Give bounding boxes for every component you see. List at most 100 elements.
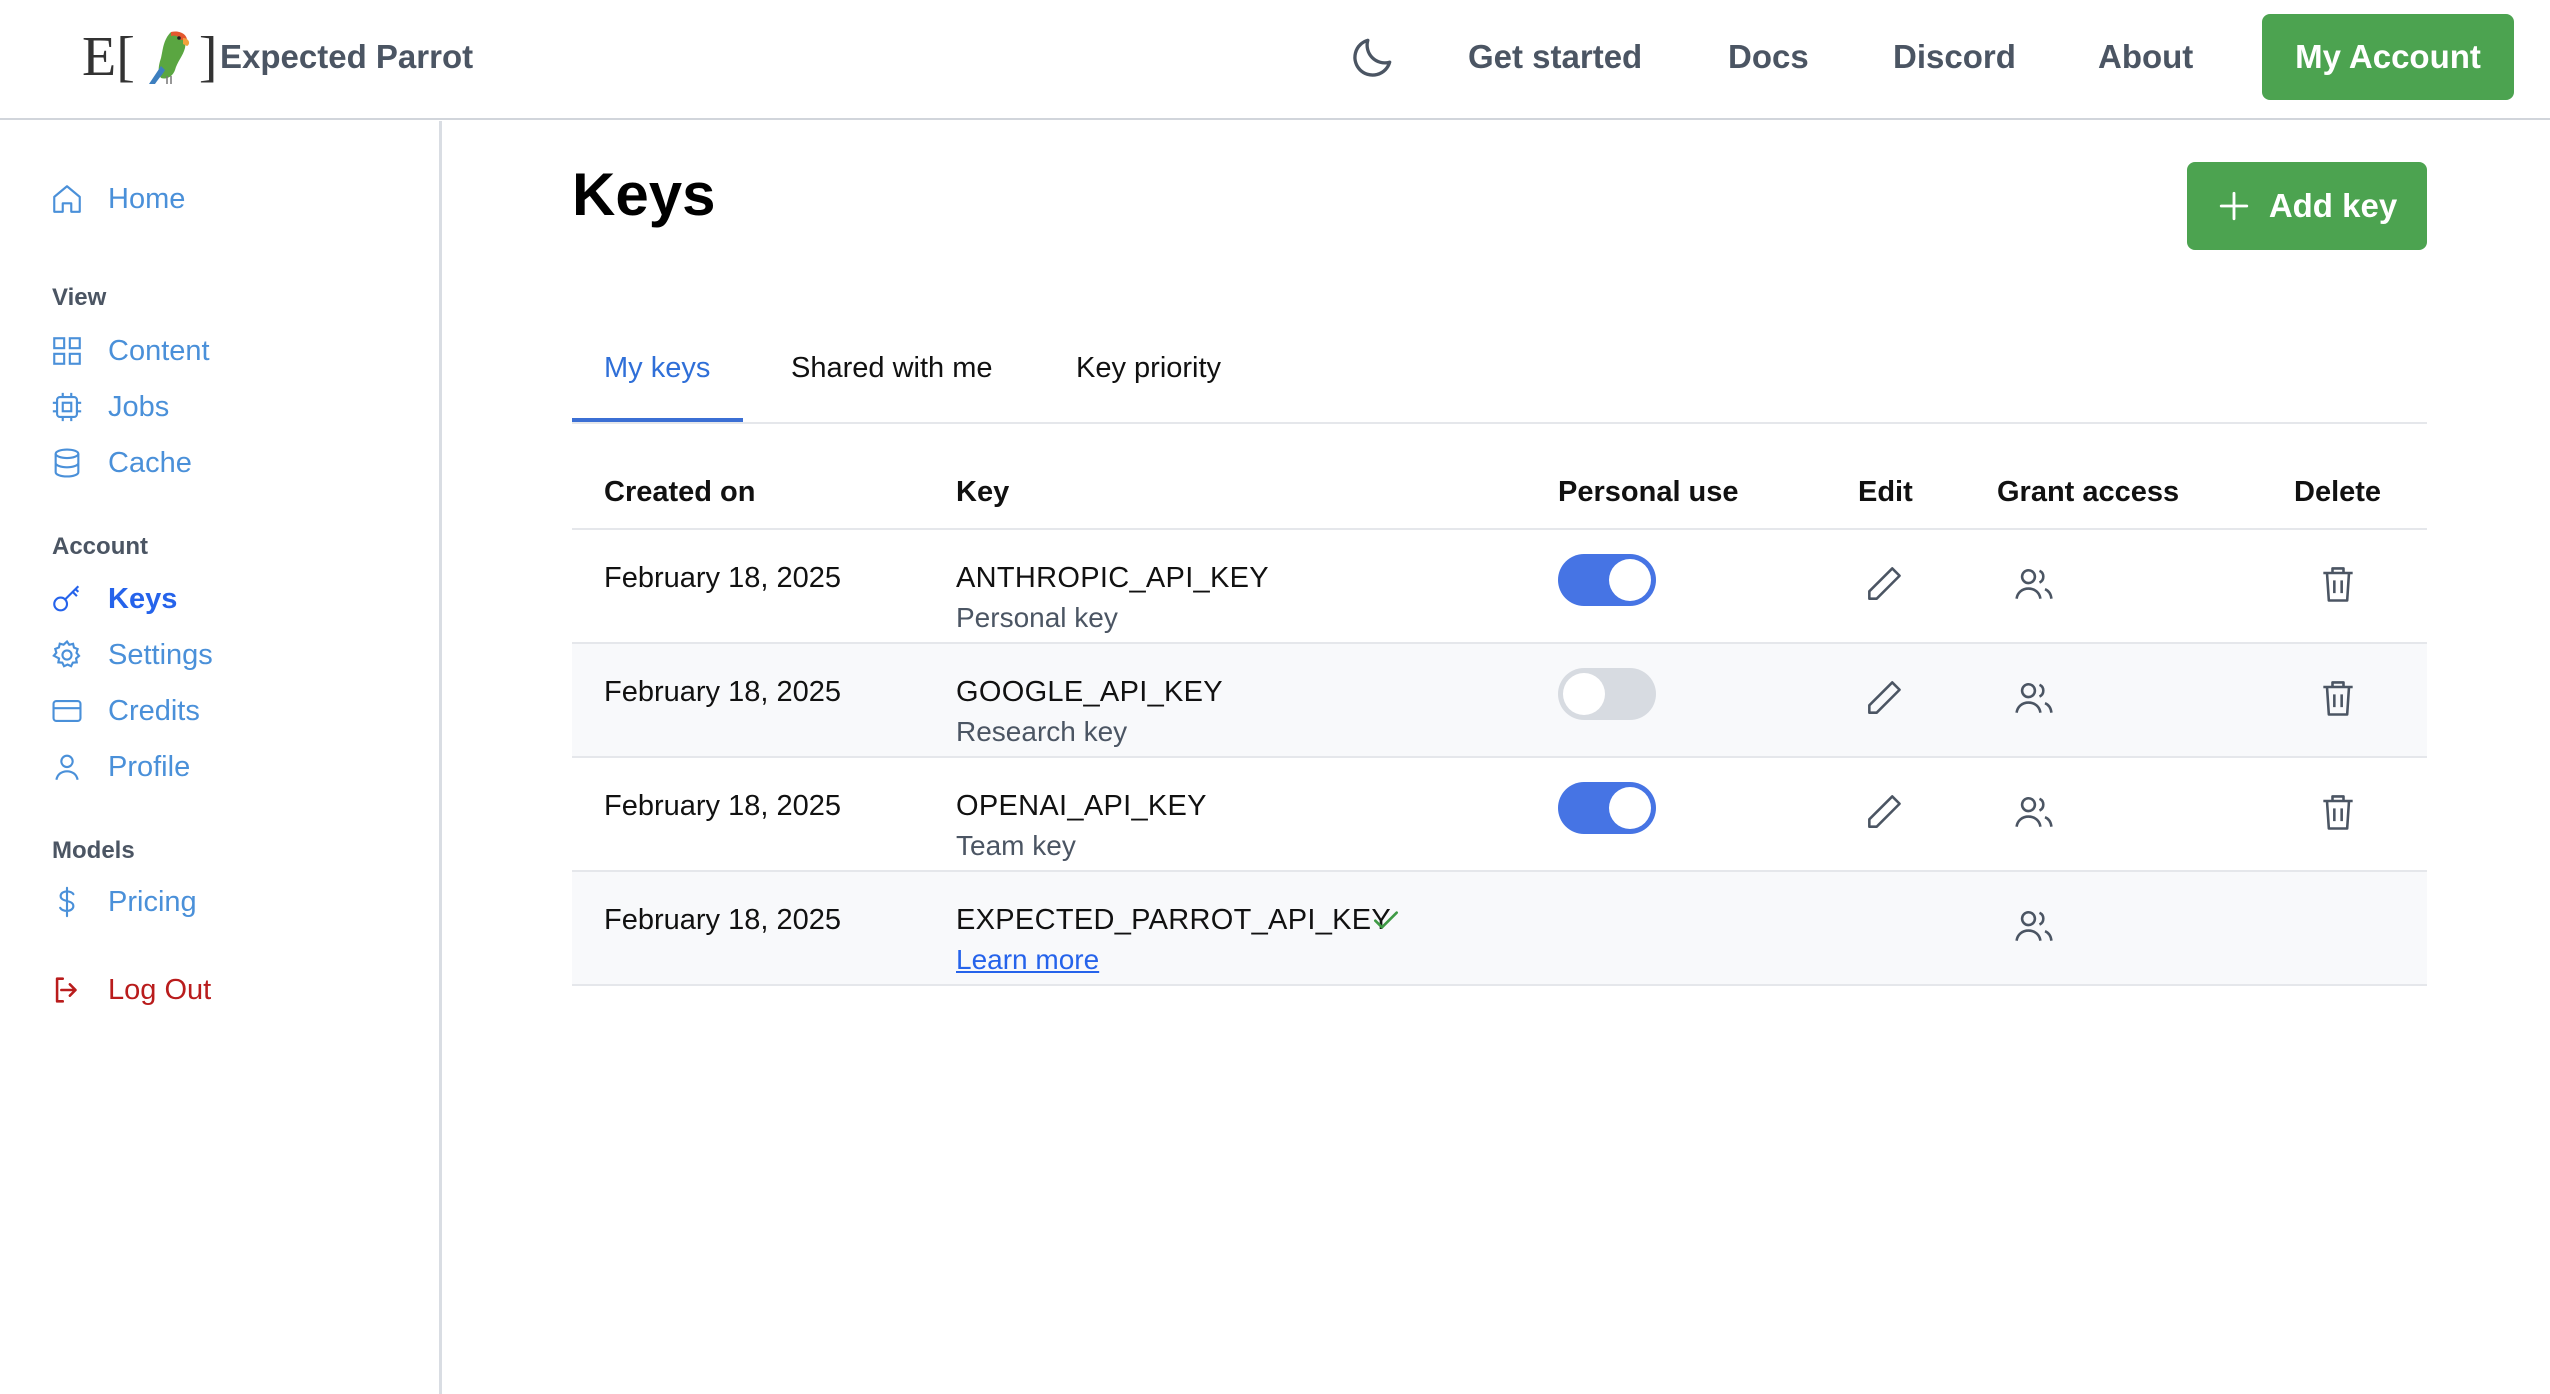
created-date: February 18, 2025 [604,790,841,822]
logo[interactable]: E[ ] [82,26,218,88]
key-description: Team key [956,830,1076,861]
add-key-label: Add key [2268,187,2398,224]
sidebar-heading-view: View [52,284,107,311]
users-icon [2015,682,2053,713]
sidebar-item-home[interactable]: Home [50,179,185,219]
key-description: Research key [956,716,1128,747]
column-header-personal-use: Personal use [1558,476,1739,508]
sidebar-item-cache[interactable]: Cache [50,443,192,483]
logo-bracket-right: ] [198,26,218,88]
checkmark-icon [1374,911,1398,929]
table-row: February 18, 2025 GOOGLE_API_KEY Researc… [572,644,2427,758]
trash-icon [2323,681,2353,716]
parrot-logo-icon [148,31,189,84]
cpu-chip-icon [52,392,82,422]
personal-use-toggle[interactable] [1558,554,1656,606]
sidebar-item-label: Settings [108,638,213,671]
users-icon [2015,796,2053,827]
my-account-button[interactable]: My Account [2262,14,2514,100]
keys-table: Created on Key Personal use Edit Grant a… [572,452,2427,986]
column-header-grant-access: Grant access [1997,476,2180,508]
edit-button[interactable] [1862,790,1906,834]
edit-button[interactable] [1862,562,1906,606]
brand-name[interactable]: Expected Parrot [220,38,473,76]
sidebar-item-label: Profile [108,750,191,783]
sidebar-item-keys[interactable]: Keys [50,579,177,619]
tab-key-priority[interactable]: Key priority [1076,352,1221,385]
sidebar-item-label: Cache [108,446,192,479]
toggle-knob [1609,787,1651,829]
nav-get-started[interactable]: Get started [1468,38,1642,76]
grant-access-button[interactable] [2012,676,2056,720]
nav-about[interactable]: About [2098,38,2193,76]
sidebar-item-logout[interactable]: Log Out [50,970,211,1010]
nav-docs[interactable]: Docs [1728,38,1809,76]
sidebar-heading-account: Account [52,533,148,560]
column-header-created: Created on [604,476,756,508]
delete-button[interactable] [2316,790,2360,834]
sidebar-item-settings[interactable]: Settings [50,635,213,675]
toggle-knob [1563,673,1605,715]
tab-my-keys[interactable]: My keys [604,352,710,385]
tab-shared-with-me[interactable]: Shared with me [791,352,993,385]
toggle-knob [1609,559,1651,601]
nav-discord[interactable]: Discord [1893,38,2016,76]
users-icon [2015,910,2053,941]
sidebar-item-label: Log Out [108,973,212,1006]
dollar-icon [59,886,75,918]
logo-bracket-left: E[ [82,26,135,88]
grant-access-button[interactable] [2012,562,2056,606]
column-header-edit: Edit [1858,476,1913,508]
sidebar-item-pricing[interactable]: Pricing [50,882,197,922]
user-icon [55,754,79,781]
logout-icon [55,977,77,1003]
edit-button[interactable] [1862,676,1906,720]
table-row: February 18, 2025 OPENAI_API_KEY Team ke… [572,758,2427,872]
key-description: Personal key [956,602,1118,633]
personal-use-toggle[interactable] [1558,782,1656,834]
sidebar-item-credits[interactable]: Credits [50,691,200,731]
top-header: E[ ] Expected Parrot Get started Docs Di… [0,0,2550,120]
delete-button[interactable] [2316,562,2360,606]
home-icon [53,185,81,213]
tab-bar: My keys Shared with me Key priority [572,330,2427,424]
add-key-button[interactable]: Add key [2187,162,2427,250]
moon-icon[interactable] [1348,32,1398,82]
table-row: February 18, 2025 ANTHROPIC_API_KEY Pers… [572,530,2427,644]
created-date: February 18, 2025 [604,904,841,936]
grant-access-button[interactable] [2012,904,2056,948]
table-header: Created on Key Personal use Edit Grant a… [572,452,2427,530]
created-date: February 18, 2025 [604,562,841,594]
delete-button[interactable] [2316,676,2360,720]
personal-use-toggle[interactable] [1558,668,1656,720]
plus-icon [2219,191,2248,221]
trash-icon [2323,795,2353,830]
key-name: EXPECTED_PARROT_API_KEY [956,904,1392,936]
column-header-key: Key [956,476,1010,508]
credit-card-icon [52,700,82,722]
table-row: February 18, 2025 EXPECTED_PARROT_API_KE… [572,872,2427,986]
key-name: GOOGLE_API_KEY [956,676,1223,708]
trash-icon [2323,567,2353,602]
database-icon [54,448,80,478]
sidebar-item-label: Home [108,182,186,215]
page-title: Keys [572,161,716,228]
active-tab-indicator [572,418,743,422]
sidebar-heading-models: Models [52,837,135,864]
pencil-icon [1868,795,1901,828]
sidebar-item-label: Pricing [108,885,197,918]
column-header-delete: Delete [2294,476,2382,508]
sidebar-item-profile[interactable]: Profile [50,747,190,787]
key-name: OPENAI_API_KEY [956,790,1207,822]
key-icon [53,585,80,612]
key-name: ANTHROPIC_API_KEY [956,562,1269,594]
sidebar-item-label: Content [108,334,210,367]
pencil-icon [1868,567,1901,600]
sidebar-item-label: Jobs [108,390,170,423]
sidebar-item-jobs[interactable]: Jobs [50,387,169,427]
grant-access-button[interactable] [2012,790,2056,834]
sidebar: Home View Content Jobs Cache Account Key… [0,121,442,1394]
learn-more-link[interactable]: Learn more [956,944,1099,976]
sidebar-item-content[interactable]: Content [50,331,210,371]
sidebar-item-label: Credits [108,694,200,727]
